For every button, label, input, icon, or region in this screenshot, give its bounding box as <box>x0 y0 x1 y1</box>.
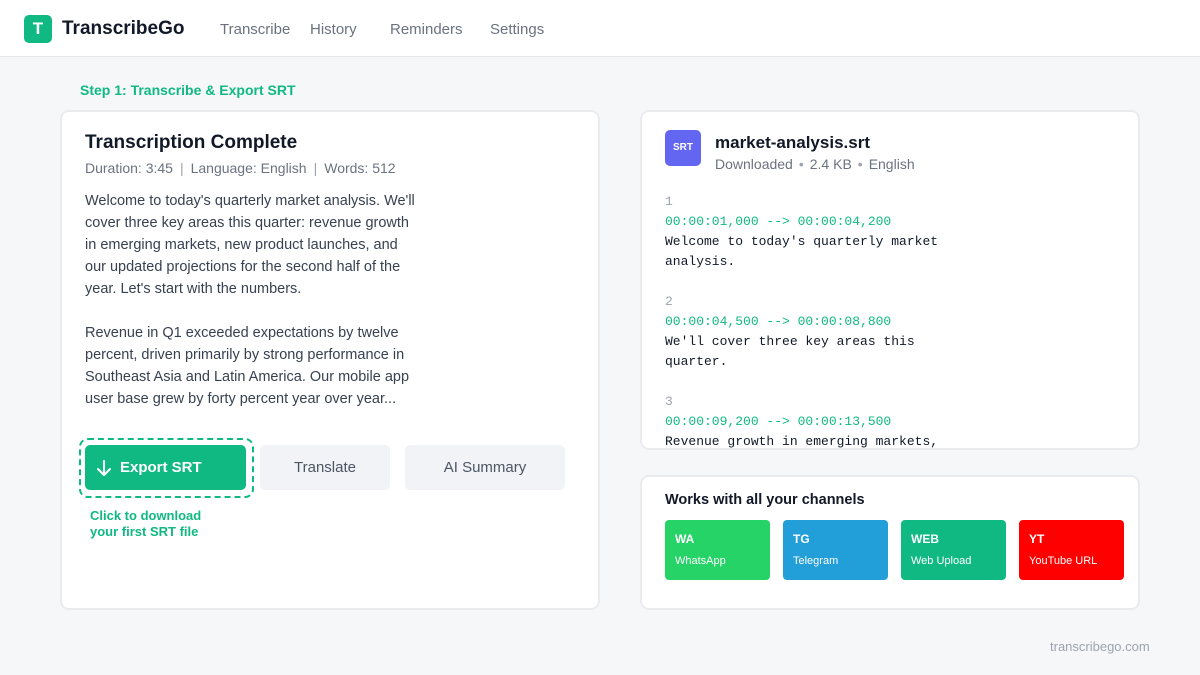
channels-title: Works with all your channels <box>665 492 865 508</box>
nav-item-settings[interactable]: Settings <box>490 21 544 38</box>
export-hint: Click to download your first SRT file <box>90 508 202 539</box>
file-language: English <box>868 156 915 172</box>
nav-item-transcribe[interactable]: Transcribe <box>220 21 290 38</box>
nav-item-reminders[interactable]: Reminders <box>390 21 463 38</box>
srt-preview-card: SRT market-analysis.srt Downloaded • 2.4 K… <box>640 110 1140 450</box>
transcript-paragraph: Revenue in Q1 exceeded expectations by t… <box>85 325 410 407</box>
ai-summary-button[interactable]: AI Summary <box>405 445 565 490</box>
step-label: Step 1: Transcribe & Export SRT <box>80 82 296 98</box>
srt-file-meta: Downloaded • 2.4 KB • English <box>715 156 915 172</box>
srt-entry: 3 00:00:09,200 --> 00:00:13,500 Revenue … <box>665 394 939 449</box>
srt-entry: 1 00:00:01,000 --> 00:00:04,200 Welcome … <box>665 194 939 269</box>
language-value: Language: English <box>190 160 307 176</box>
brand-name[interactable]: TranscribeGo <box>62 18 185 40</box>
transcription-card: Transcription Complete Duration: 3:45 | La… <box>60 110 600 610</box>
download-arrow-icon <box>97 460 111 476</box>
transcription-meta: Duration: 3:45 | Language: English | Words: … <box>85 160 396 176</box>
download-status: Downloaded <box>715 156 793 172</box>
srt-file-icon: SRT <box>665 130 701 166</box>
translate-button[interactable]: Translate <box>260 445 390 490</box>
word-count: Words: 512 <box>324 160 396 176</box>
export-srt-label: Export SRT <box>120 459 202 476</box>
top-navigation-bar: T TranscribeGo Transcribe History Remind… <box>0 0 1200 57</box>
channel-youtube[interactable]: YT YouTube URL <box>1019 520 1124 580</box>
srt-entry: 2 00:00:04,500 --> 00:00:08,800 We'll co… <box>665 294 915 369</box>
nav-item-history[interactable]: History <box>310 21 357 38</box>
srt-content: 1 00:00:01,000 --> 00:00:04,200 Welcome … <box>665 192 1125 449</box>
channel-whatsapp[interactable]: WA WhatsApp <box>665 520 770 580</box>
transcription-title: Transcription Complete <box>85 132 298 153</box>
file-size: 2.4 KB <box>809 156 852 172</box>
channels-card: Works with all your channels WA WhatsApp… <box>640 475 1140 610</box>
transcript-paragraph: Welcome to today's quarterly market anal… <box>85 193 415 297</box>
footer-domain[interactable]: transcribego.com <box>1050 639 1150 654</box>
logo-icon: T <box>24 15 52 43</box>
duration-value: Duration: 3:45 <box>85 160 173 176</box>
export-srt-button[interactable]: Export SRT <box>85 445 246 490</box>
transcript-text: Welcome to today's quarterly market anal… <box>85 190 415 432</box>
channel-telegram[interactable]: TG Telegram <box>783 520 888 580</box>
channel-web-upload[interactable]: WEB Web Upload <box>901 520 1006 580</box>
srt-filename[interactable]: market-analysis.srt <box>715 133 870 153</box>
